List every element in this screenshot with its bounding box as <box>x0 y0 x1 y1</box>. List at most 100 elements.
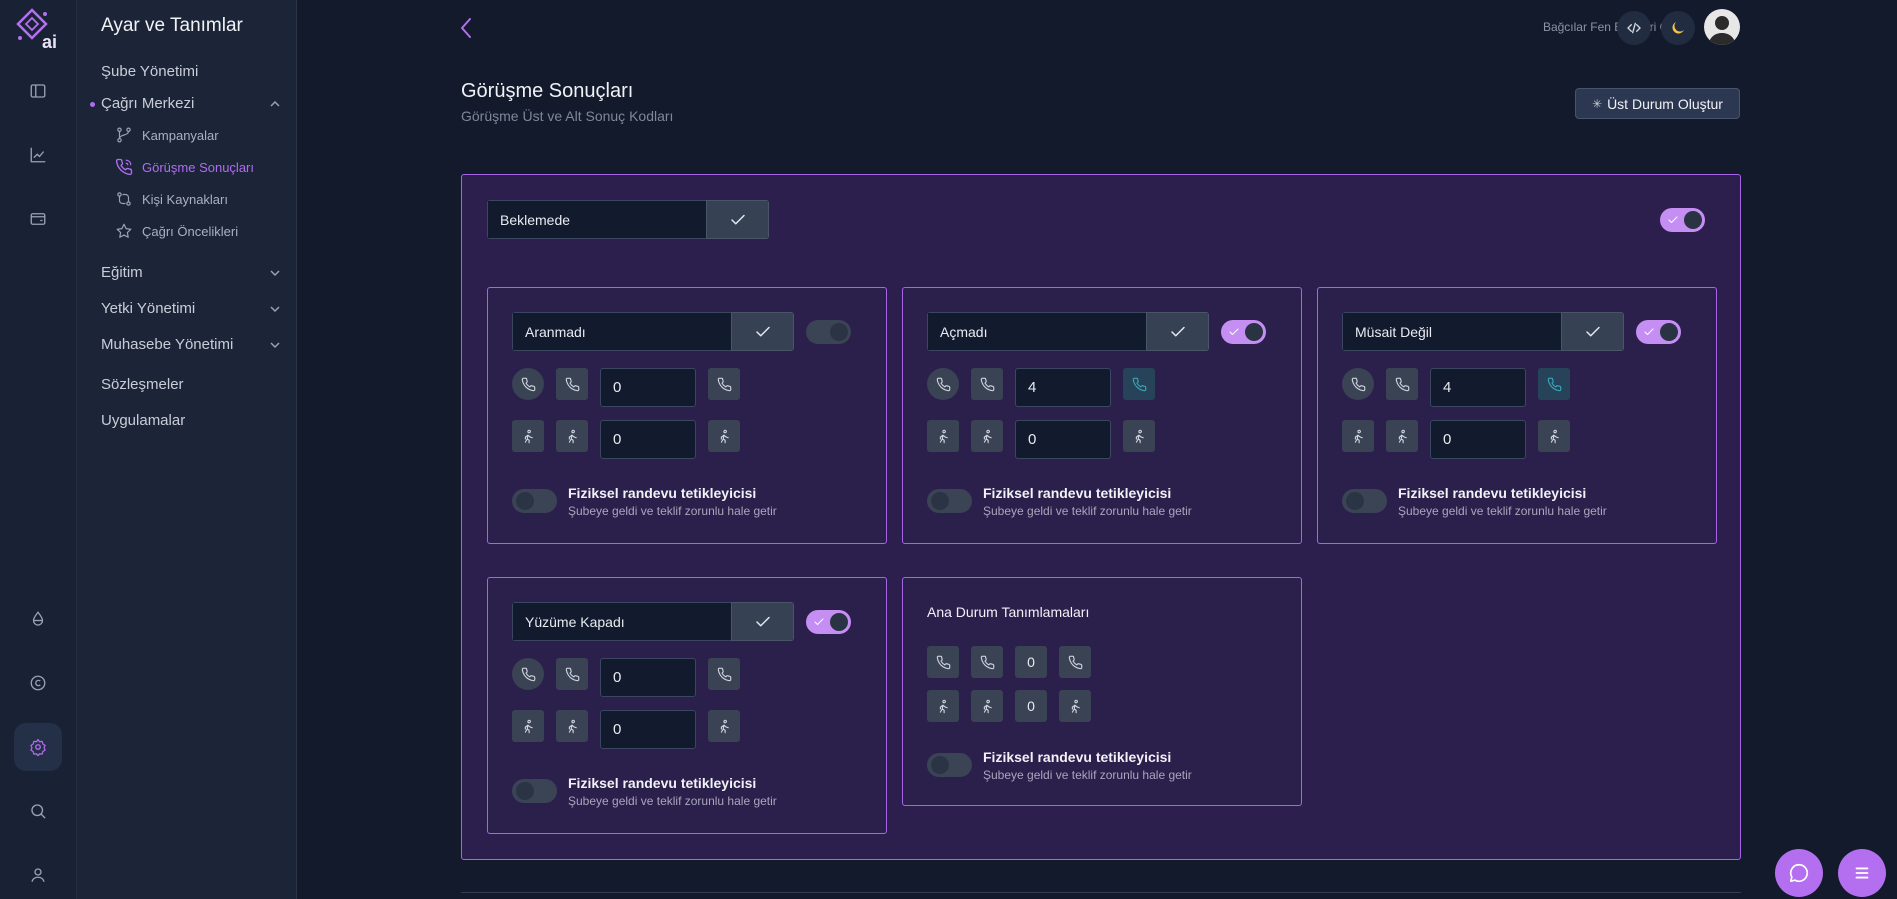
toggle-knob <box>830 323 848 341</box>
sub-status-toggle[interactable] <box>1636 320 1681 344</box>
trigger-title: Fiziksel randevu tetikleyicisi <box>568 485 757 501</box>
trigger-toggle[interactable] <box>512 489 557 513</box>
phone-icon[interactable] <box>512 368 544 400</box>
phone-icon[interactable] <box>971 368 1003 400</box>
walk-icon[interactable] <box>512 710 544 742</box>
theme-toggle-button[interactable] <box>1661 11 1695 45</box>
phone-icon[interactable] <box>512 658 544 690</box>
sidebar-item-sozlesmeler[interactable]: Sözleşmeler <box>101 376 281 393</box>
phone-icon[interactable] <box>1342 368 1374 400</box>
avatar[interactable] <box>1704 9 1740 45</box>
phone-icon[interactable] <box>927 646 959 678</box>
walk-icon[interactable] <box>708 420 740 452</box>
code-icon <box>1627 22 1641 34</box>
sidebar-item-cagri-merkezi[interactable]: Çağrı Merkezi <box>101 95 281 112</box>
visit-count-input[interactable]: 0 <box>600 420 696 459</box>
toggle-knob <box>1245 323 1263 341</box>
visit-count-input[interactable]: 0 <box>1015 420 1111 459</box>
walk-icon[interactable] <box>1538 420 1570 452</box>
sub-status-input[interactable]: Yüzüme Kapadı <box>512 602 731 641</box>
sub-status-toggle[interactable] <box>806 610 851 634</box>
phone-icon[interactable] <box>1123 368 1155 400</box>
walk-icon[interactable] <box>512 420 544 452</box>
sub-status-input[interactable]: Açmadı <box>927 312 1146 351</box>
phone-icon[interactable] <box>971 646 1003 678</box>
phone-icon[interactable] <box>1386 368 1418 400</box>
sub-status-field: Müsait Değil <box>1342 312 1624 351</box>
parent-status-toggle[interactable] <box>1660 208 1705 232</box>
menu-button[interactable] <box>1838 849 1886 897</box>
chevron-down-icon <box>270 305 280 312</box>
phone-icon[interactable] <box>927 368 959 400</box>
trigger-toggle[interactable] <box>927 489 972 513</box>
save-button[interactable] <box>1561 312 1624 351</box>
sidebar-subitem-kisi-kaynaklari[interactable]: Kişi Kaynakları <box>115 190 228 208</box>
trigger-toggle[interactable] <box>927 753 972 777</box>
trigger-toggle[interactable] <box>1342 489 1387 513</box>
call-count-input[interactable]: 4 <box>1430 368 1526 407</box>
walk-icon[interactable] <box>1342 420 1374 452</box>
sidebar-item-label: Şube Yönetimi <box>101 63 199 80</box>
sub-status-input[interactable]: Aranmadı <box>512 312 731 351</box>
save-button[interactable] <box>706 200 769 239</box>
walk-icon[interactable] <box>971 420 1003 452</box>
app-logo[interactable]: ai <box>12 6 64 50</box>
phone-icon[interactable] <box>556 658 588 690</box>
chat-button[interactable] <box>1775 849 1823 897</box>
walk-icon[interactable] <box>1123 420 1155 452</box>
sidebar-subitem-cagri-oncelikleri[interactable]: Çağrı Öncelikleri <box>115 222 238 240</box>
phone-icon[interactable] <box>1538 368 1570 400</box>
trigger-toggle[interactable] <box>512 779 557 803</box>
check-icon <box>1228 326 1240 338</box>
create-parent-status-button[interactable]: ✳ Üst Durum Oluştur <box>1575 88 1740 119</box>
parent-status-field: Beklemede <box>487 200 769 239</box>
phone-icon[interactable] <box>1059 646 1091 678</box>
sidebar-item-label: Muhasebe Yönetimi <box>101 336 234 353</box>
code-button[interactable] <box>1617 11 1651 45</box>
phone-icon[interactable] <box>556 368 588 400</box>
droplet-icon[interactable] <box>14 595 62 643</box>
visit-count-input[interactable]: 0 <box>600 710 696 749</box>
user-icon[interactable] <box>14 851 62 899</box>
visit-count-input[interactable]: 0 <box>1430 420 1526 459</box>
sidebar-subitem-kampanyalar[interactable]: Kampanyalar <box>115 126 219 144</box>
walk-icon[interactable] <box>708 710 740 742</box>
active-section-dot <box>90 102 95 107</box>
toggle-knob <box>830 613 848 631</box>
search-icon[interactable] <box>14 787 62 835</box>
trigger-title: Fiziksel randevu tetikleyicisi <box>568 775 757 791</box>
walk-icon[interactable] <box>1386 420 1418 452</box>
save-button[interactable] <box>1146 312 1209 351</box>
back-arrow-icon[interactable] <box>459 16 473 40</box>
sub-status-input[interactable]: Müsait Değil <box>1342 312 1561 351</box>
sub-status-toggle[interactable] <box>1221 320 1266 344</box>
sub-status-toggle[interactable] <box>806 320 851 344</box>
call-count-input[interactable]: 0 <box>600 658 696 697</box>
chart-icon[interactable] <box>14 131 62 179</box>
walk-icon[interactable] <box>927 690 959 722</box>
walk-icon[interactable] <box>556 710 588 742</box>
sidebar-item-sube-yonetimi[interactable]: Şube Yönetimi <box>101 63 281 80</box>
call-count-input[interactable]: 0 <box>600 368 696 407</box>
walk-icon[interactable] <box>556 420 588 452</box>
walk-icon[interactable] <box>927 420 959 452</box>
main-content: Bağcılar Fen Bilimleri Gold Görüşme Sonu… <box>298 0 1897 899</box>
sidebar-item-egitim[interactable]: Eğitim <box>101 264 281 281</box>
phone-icon[interactable] <box>708 368 740 400</box>
wallet-icon[interactable] <box>14 195 62 243</box>
call-count-input[interactable]: 4 <box>1015 368 1111 407</box>
save-button[interactable] <box>731 602 794 641</box>
sidebar-item-uygulamalar[interactable]: Uygulamalar <box>101 412 281 429</box>
git-compare-icon <box>117 192 131 206</box>
sidebar-icon[interactable] <box>14 67 62 115</box>
save-button[interactable] <box>731 312 794 351</box>
sidebar-item-yetki-yonetimi[interactable]: Yetki Yönetimi <box>101 300 281 317</box>
walk-icon[interactable] <box>971 690 1003 722</box>
sidebar-item-muhasebe-yonetimi[interactable]: Muhasebe Yönetimi <box>101 336 281 353</box>
parent-status-input[interactable]: Beklemede <box>487 200 706 239</box>
walk-icon[interactable] <box>1059 690 1091 722</box>
sidebar-subitem-gorusme-sonuclari[interactable]: Görüşme Sonuçları <box>115 158 254 176</box>
copyright-icon[interactable] <box>14 659 62 707</box>
phone-icon[interactable] <box>708 658 740 690</box>
settings-icon[interactable] <box>14 723 62 771</box>
